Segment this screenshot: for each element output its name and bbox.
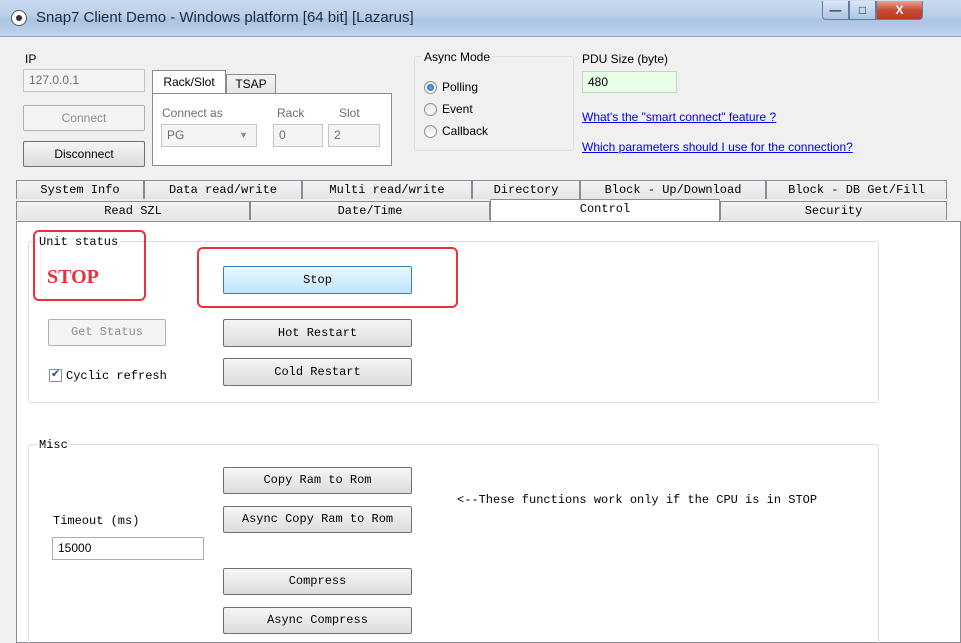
control-panel: Unit status STOP Stop Get Status Hot Res… [16, 221, 961, 643]
async-mode-group [414, 56, 574, 151]
app-icon [11, 10, 27, 26]
compress-button[interactable]: Compress [223, 568, 412, 595]
pdu-size-value: 480 [588, 75, 609, 89]
unit-status-value: STOP [47, 266, 99, 288]
stop-button[interactable]: Stop [223, 266, 412, 294]
pdu-size-label: PDU Size (byte) [582, 52, 669, 66]
polling-radio[interactable] [424, 81, 437, 94]
tab-data-read-write[interactable]: Data read/write [144, 180, 302, 199]
tab-rack-slot[interactable]: Rack/Slot [152, 70, 226, 94]
timeout-label: Timeout (ms) [53, 514, 140, 528]
timeout-value: 15000 [58, 541, 92, 555]
tab-multi-read-write[interactable]: Multi read/write [302, 180, 472, 199]
connect-as-label: Connect as [162, 106, 223, 120]
connect-button[interactable]: Connect [23, 105, 145, 131]
close-button[interactable]: X [876, 1, 923, 20]
tab-row-2: Read SZL Date/Time Control Security [16, 199, 947, 222]
get-status-button[interactable]: Get Status [48, 319, 166, 346]
slot-value: 2 [334, 128, 341, 142]
minimize-button[interactable]: — [822, 1, 849, 20]
tab-block-up-download[interactable]: Block - Up/Download [580, 180, 766, 199]
tab-block-db-get-fill[interactable]: Block - DB Get/Fill [766, 180, 947, 199]
rack-value: 0 [279, 128, 286, 142]
title-bar[interactable]: Snap7 Client Demo - Windows platform [64… [0, 0, 961, 37]
slot-label: Slot [339, 106, 360, 120]
tab-control[interactable]: Control [490, 199, 720, 222]
app-window: Snap7 Client Demo - Windows platform [64… [0, 0, 961, 643]
pdu-size-field[interactable]: 480 [582, 71, 677, 93]
cyclic-refresh-label: Cyclic refresh [66, 369, 167, 383]
rack-slot-panel: Connect as PG ▼ Rack 0 Slot 2 [152, 93, 392, 166]
connection-params-link[interactable]: Which parameters should I use for the co… [582, 140, 853, 154]
timeout-field[interactable]: 15000 [52, 537, 204, 560]
cyclic-refresh-checkbox[interactable] [49, 367, 62, 382]
polling-label: Polling [442, 80, 479, 94]
async-copy-ram-to-rom-button[interactable]: Async Copy Ram to Rom [223, 506, 412, 533]
tab-directory[interactable]: Directory [472, 180, 580, 199]
tab-system-info[interactable]: System Info [16, 180, 144, 199]
ip-field[interactable]: 127.0.0.1 [23, 69, 145, 92]
connect-as-value: PG [167, 128, 185, 142]
event-radio[interactable] [424, 103, 437, 116]
tab-row-1: System Info Data read/write Multi read/w… [16, 180, 947, 201]
tab-security[interactable]: Security [720, 201, 947, 220]
callback-radio[interactable] [424, 125, 437, 138]
cold-restart-button[interactable]: Cold Restart [223, 358, 412, 386]
ip-label: IP [25, 52, 37, 66]
async-compress-button[interactable]: Async Compress [223, 607, 412, 634]
event-label: Event [442, 102, 473, 116]
disconnect-button[interactable]: Disconnect [23, 141, 145, 167]
async-mode-label: Async Mode [422, 50, 493, 64]
window-title: Snap7 Client Demo - Windows platform [64… [36, 9, 414, 26]
chevron-down-icon: ▼ [239, 130, 248, 140]
rack-field[interactable]: 0 [273, 124, 323, 147]
rack-label: Rack [277, 106, 305, 120]
smart-connect-link[interactable]: What's the "smart connect" feature ? [582, 110, 776, 124]
ip-value: 127.0.0.1 [29, 73, 80, 87]
slot-field[interactable]: 2 [328, 124, 380, 147]
misc-title: Misc [37, 438, 70, 452]
copy-ram-to-rom-button[interactable]: Copy Ram to Rom [223, 467, 412, 494]
cpu-stop-note: <--These functions work only if the CPU … [457, 493, 818, 507]
tab-date-time[interactable]: Date/Time [250, 201, 490, 220]
maximize-button[interactable]: □ [849, 1, 876, 20]
tab-read-szl[interactable]: Read SZL [16, 201, 250, 220]
connect-as-select[interactable]: PG ▼ [161, 124, 257, 147]
hot-restart-button[interactable]: Hot Restart [223, 319, 412, 347]
callback-label: Callback [442, 124, 489, 138]
tab-tsap[interactable]: TSAP [226, 74, 276, 94]
